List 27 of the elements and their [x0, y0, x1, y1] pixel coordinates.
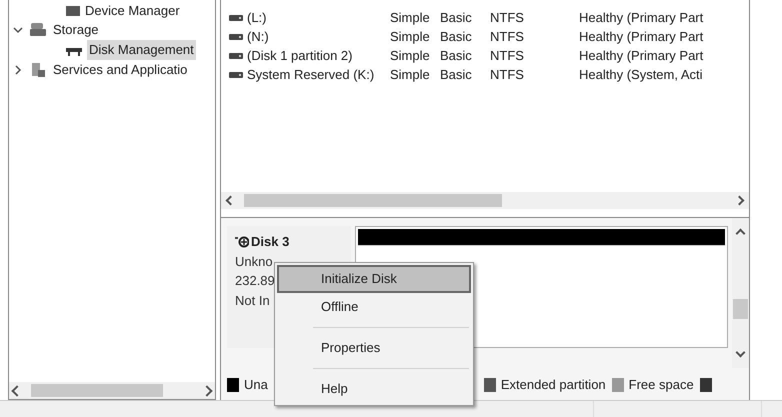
file-system-cell-text: NTFS	[490, 8, 525, 27]
disk-name: Disk 3	[251, 233, 290, 251]
status-cell-text: Healthy (Primary Part	[579, 28, 704, 46]
status-cell-text: Healthy (Primary Part	[579, 8, 704, 27]
disk-detail: 232.89	[235, 273, 275, 288]
legend-label: Free space	[628, 376, 694, 394]
file-system-cell-text: NTFS	[490, 66, 525, 84]
layout-cell-text: Simple	[390, 46, 431, 65]
disk-detail: Not In	[235, 292, 270, 308]
disk-detail: Unkno	[235, 254, 273, 268]
layout-cell-text: Simple	[390, 28, 431, 46]
legend-label: Una	[244, 376, 268, 394]
type-cell-text: Basic	[440, 46, 473, 65]
volume-name: System Reserved (K:)	[247, 66, 374, 84]
file-system-cell-text: NTFS	[490, 28, 525, 46]
volume-name: (L:)	[247, 8, 266, 27]
status-cell-text: Healthy (System, Acti	[579, 66, 703, 84]
layout-cell-text: Simple	[390, 8, 431, 27]
layout-cell-text: Simple	[390, 66, 431, 84]
type-cell-text: Basic	[440, 66, 473, 84]
type-cell-text: Basic	[440, 8, 473, 27]
legend-label: Extended partition	[500, 376, 606, 394]
status-cell-text: Healthy (Primary Part	[579, 46, 704, 65]
volume-name: (Disk 1 partition 2)	[247, 46, 352, 65]
volume-name: (N:)	[247, 28, 269, 46]
type-cell-text: Basic	[440, 28, 473, 46]
file-system-cell-text: NTFS	[490, 46, 525, 65]
